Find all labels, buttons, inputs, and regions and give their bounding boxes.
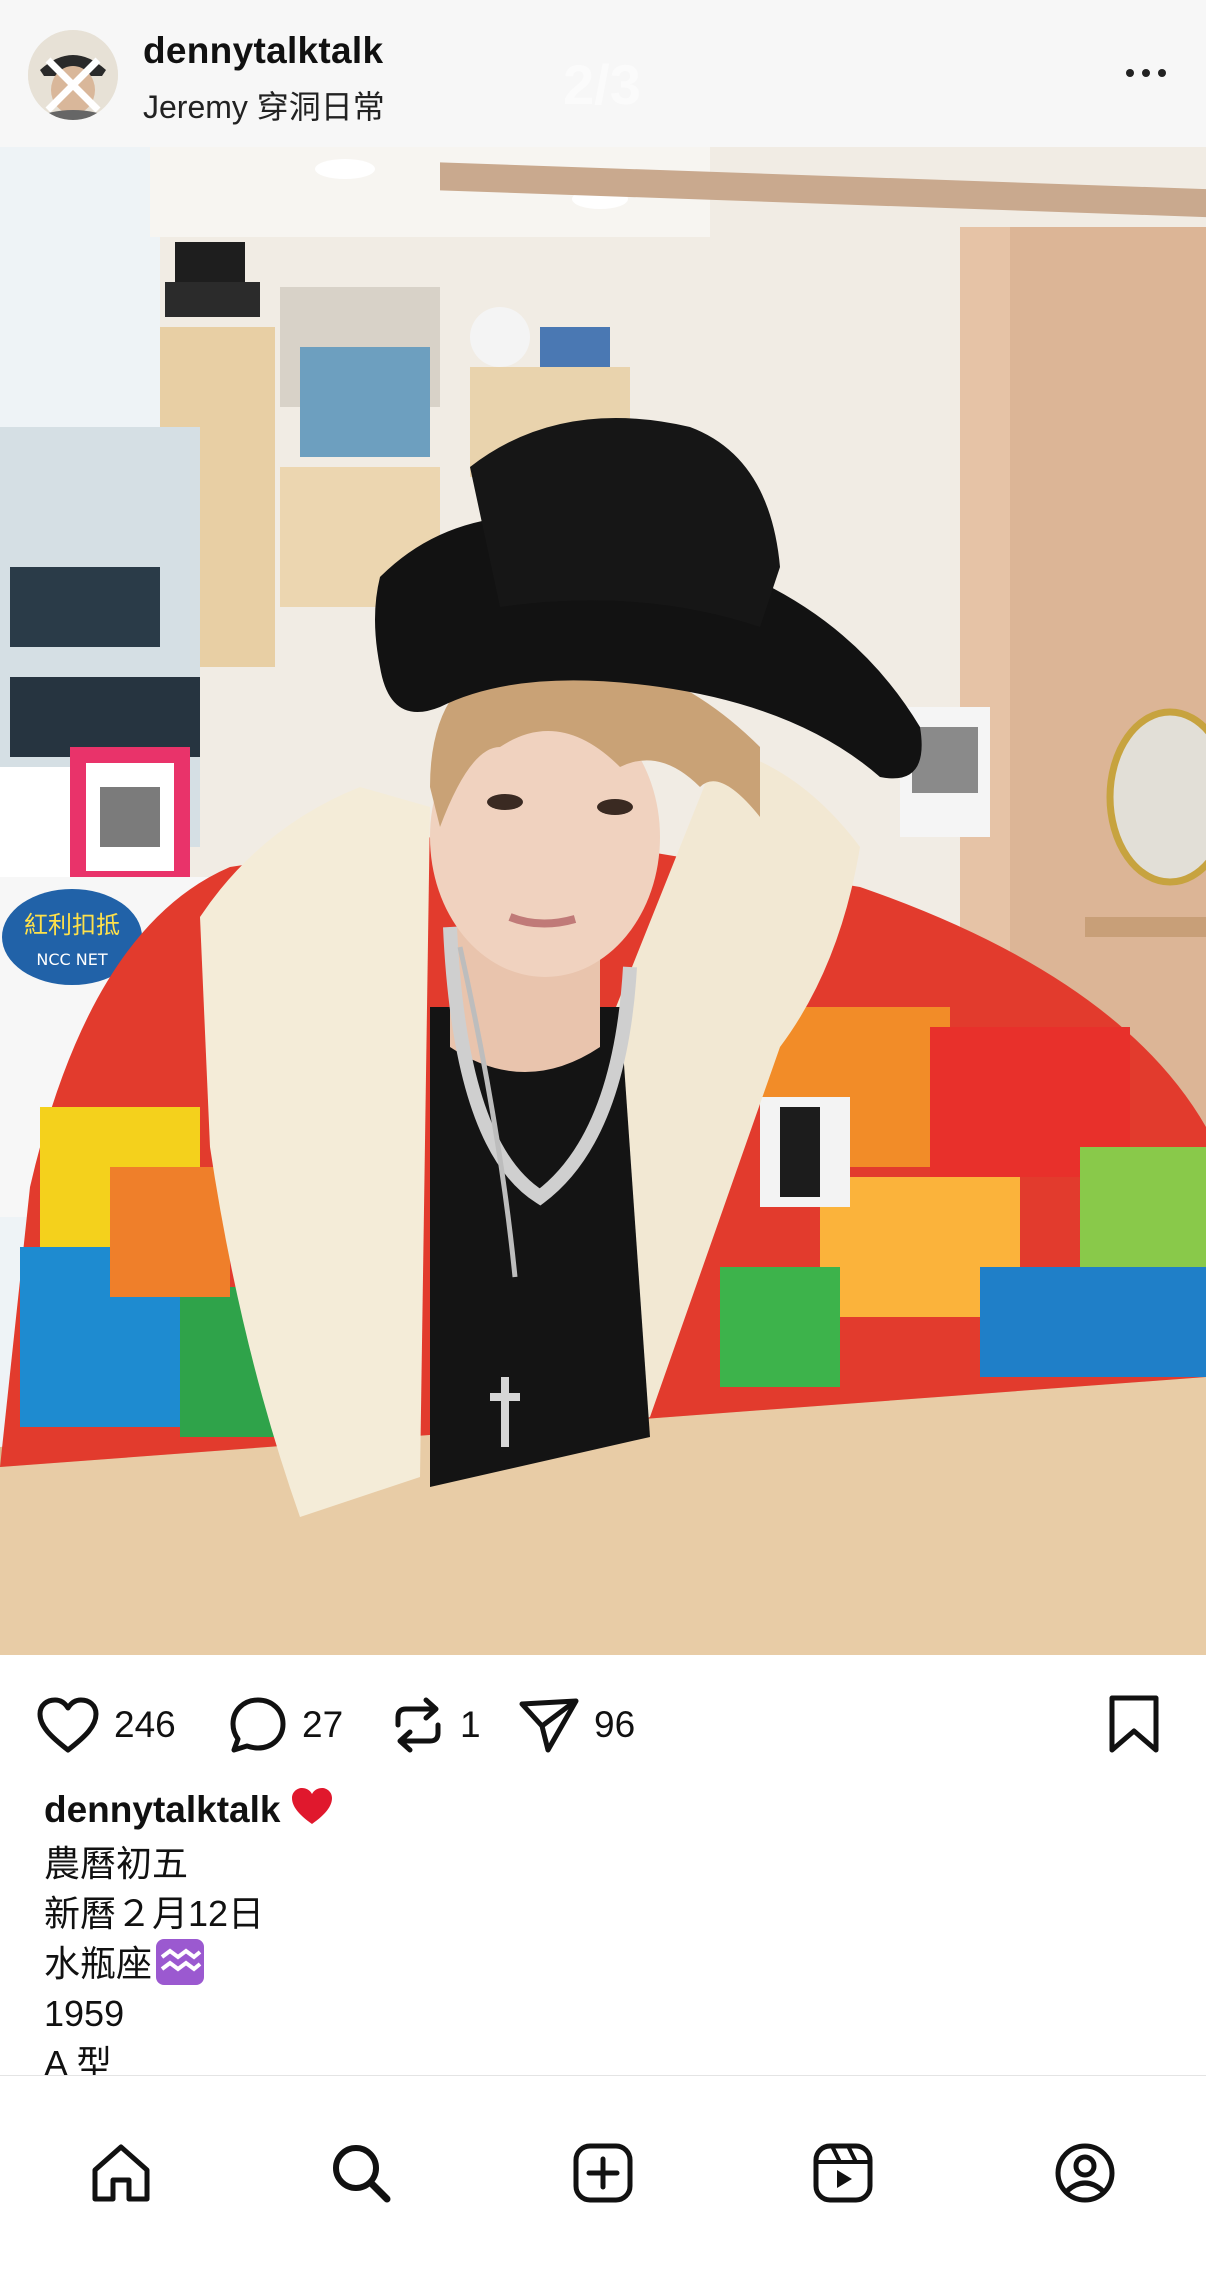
repost-icon (395, 1697, 441, 1753)
caption-line: 農曆初五 (44, 1842, 189, 1884)
nav-home[interactable] (86, 2138, 156, 2208)
photo-image: 紅利扣抵 NCC NET (0, 147, 1206, 1655)
nav-search[interactable] (326, 2138, 396, 2208)
heart-icon (37, 1697, 99, 1753)
home-icon (92, 2144, 150, 2202)
repost-count: 1 (460, 1704, 481, 1745)
header-username[interactable]: dennytalktalk (143, 30, 383, 72)
send-icon (519, 1698, 579, 1753)
nav-profile[interactable] (1050, 2138, 1120, 2208)
save-button[interactable] (1106, 1693, 1166, 1757)
search-icon (333, 2145, 391, 2203)
caption-username[interactable]: dennytalktalk (44, 1789, 280, 1830)
aquarius-emoji-icon (156, 1939, 205, 1986)
create-icon (573, 2143, 633, 2203)
more-options-button[interactable] (1118, 55, 1174, 91)
share-count: 96 (594, 1704, 636, 1745)
post-header: dennytalktalk Jeremy 穿洞日常 2/3 (0, 0, 1206, 147)
profile-icon (1055, 2143, 1115, 2203)
repost-button[interactable]: 1 (390, 1693, 481, 1757)
comment-count: 27 (302, 1704, 344, 1745)
post-photo[interactable]: 紅利扣抵 NCC NET (0, 147, 1206, 1655)
sign-subtext: NCC NET (36, 950, 107, 969)
comment-bubble-icon (230, 1697, 286, 1753)
caption-line: 新曆２月12日 (44, 1892, 265, 1934)
red-heart-emoji-icon (290, 1786, 334, 1839)
more-dot-icon (1126, 69, 1134, 77)
nav-create[interactable] (568, 2138, 638, 2208)
more-dot-icon (1158, 69, 1166, 77)
more-dot-icon (1142, 69, 1150, 77)
bottom-nav (0, 2075, 1206, 2281)
image-pager: 2/3 (563, 53, 641, 116)
action-bar: 246 27 1 96 (0, 1655, 1206, 1785)
nav-reels[interactable] (808, 2138, 878, 2208)
like-button[interactable]: 246 (36, 1693, 176, 1757)
reels-icon (813, 2143, 873, 2203)
bookmark-icon (1109, 1695, 1159, 1753)
share-button[interactable]: 96 (518, 1693, 635, 1757)
post-caption: dennytalktalk 農曆初五 新曆２月12日 水瓶座 1959 A 型 (44, 1785, 1164, 2089)
comment-button[interactable]: 27 (228, 1693, 343, 1757)
like-count: 246 (114, 1704, 176, 1745)
avatar[interactable] (28, 30, 118, 120)
sign-text: 紅利扣抵 (24, 911, 120, 939)
header-subtitle[interactable]: Jeremy 穿洞日常 (143, 82, 385, 128)
caption-line: 1959 (44, 1993, 125, 2035)
caption-line: 水瓶座 (44, 1942, 153, 1984)
